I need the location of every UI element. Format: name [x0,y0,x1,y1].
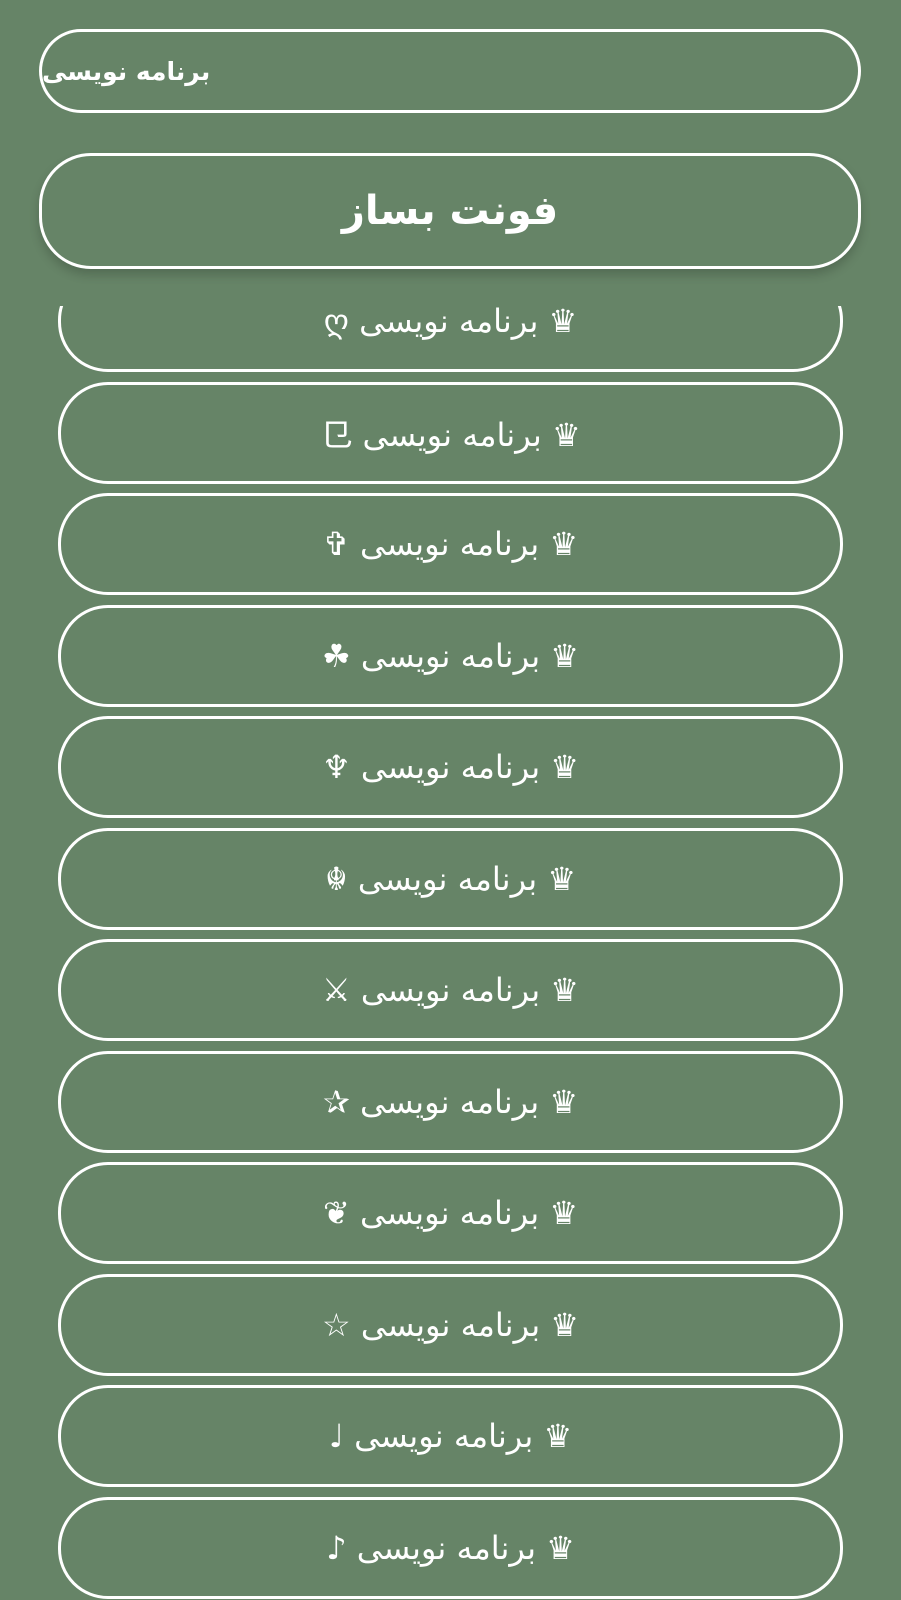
result-item[interactable]: ♛ برنامه نویسی ♆ [58,716,843,818]
result-item-text: ♛ برنامه نویسی ♩ [328,1417,573,1455]
result-item[interactable]: ♛ برنامه نویسی ☘ [58,605,843,707]
results-list[interactable]: ♛ برنامه نویسی ღ ♛ برنامه نویسی ⺋ ♛ برنامه… [0,306,901,1600]
result-item[interactable]: ♛ برنامه نویسی ♪ [58,1497,843,1599]
result-item-text: ♛ برنامه نویسی ✰ [322,1083,579,1121]
result-item[interactable]: ♛ برنامه نویسی ✞ [58,493,843,595]
result-item-text: ♛ برنامه نویسی ☬ [324,860,576,898]
result-item-text: ♛ برنامه نویسی ☆ [322,1306,579,1344]
result-item[interactable]: ♛ برنامه نویسی ✰ [58,1051,843,1153]
result-item-text: ♛ برنامه نویسی ⺋ [320,416,581,454]
result-item-text: ♛ برنامه نویسی ❦ [322,1194,579,1232]
result-item-text: ♛ برنامه نویسی ⚔ [322,971,579,1009]
result-item-text: ♛ برنامه نویسی ☘ [322,637,579,675]
result-item-text: ♛ برنامه نویسی ✞ [322,525,579,563]
result-item[interactable]: ♛ برنامه نویسی ❦ [58,1162,843,1264]
result-item[interactable]: ♛ برنامه نویسی ♩ [58,1385,843,1487]
text-input[interactable]: برنامه نویسی [39,29,861,113]
result-item[interactable]: ♛ برنامه نویسی ღ [58,306,843,372]
result-item[interactable]: ♛ برنامه نویسی ⺋ [58,382,843,484]
make-font-button[interactable]: فونت بساز [39,153,861,269]
result-item-text: ♛ برنامه نویسی ♆ [322,748,579,786]
result-item[interactable]: ♛ برنامه نویسی ☬ [58,828,843,930]
result-item-text: ♛ برنامه نویسی ♪ [326,1529,575,1567]
result-item-text: ♛ برنامه نویسی ღ [323,306,578,340]
make-font-button-label: فونت بساز [341,188,559,234]
text-input-value: برنامه نویسی [42,56,211,86]
result-item[interactable]: ♛ برنامه نویسی ⚔ [58,939,843,1041]
result-item[interactable]: ♛ برنامه نویسی ☆ [58,1274,843,1376]
